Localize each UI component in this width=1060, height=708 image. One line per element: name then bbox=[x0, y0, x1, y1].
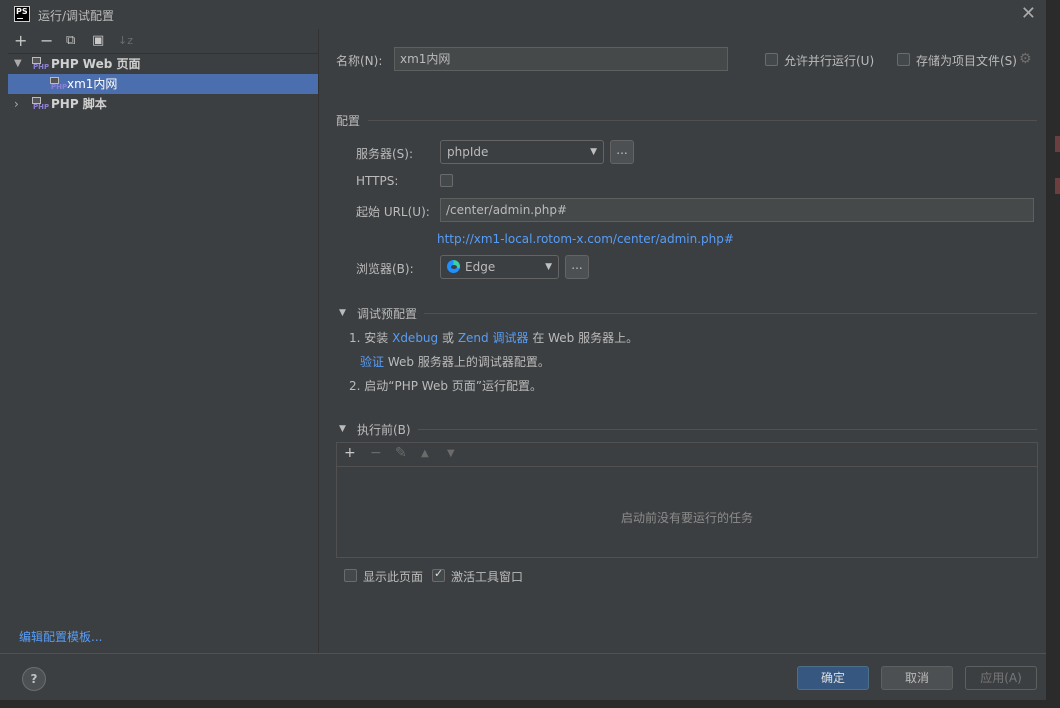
chevron-down-icon: ▼ bbox=[590, 147, 597, 157]
debug-verify-line: 验证 Web 服务器上的调试器配置。 bbox=[360, 355, 550, 369]
show-page-checkbox[interactable] bbox=[344, 569, 357, 582]
edit-templates-link[interactable]: 编辑配置模板... bbox=[19, 628, 102, 645]
edit-pencil-icon[interactable]: ✎ bbox=[395, 445, 407, 461]
start-url-label: 起始 URL(U): bbox=[356, 205, 430, 219]
store-as-file-checkbox[interactable] bbox=[897, 53, 910, 66]
tree-toolbar: + − ⧉ ▣ ↓z bbox=[8, 29, 318, 54]
chevron-right-icon[interactable]: › bbox=[14, 94, 19, 114]
zend-debugger-link[interactable]: Zend 调试器 bbox=[458, 331, 529, 345]
tree-item-label: xm1内网 bbox=[67, 77, 118, 91]
tree-group-php-script[interactable]: › PHP PHP 脚本 bbox=[8, 94, 318, 114]
tree-item-xm1[interactable]: PHP xm1内网 bbox=[8, 74, 318, 94]
close-icon[interactable]: ✕ bbox=[1021, 3, 1036, 24]
window-title: 运行/调试配置 bbox=[38, 9, 115, 23]
edge-browser-icon bbox=[447, 260, 460, 273]
title-bar: PS 运行/调试配置 ✕ bbox=[0, 0, 1046, 29]
divider bbox=[418, 429, 1037, 430]
run-debug-config-dialog: PS 运行/调试配置 ✕ + − ⧉ ▣ ↓z ▼ PHP PHP Web 页面… bbox=[0, 0, 1046, 700]
php-web-icon: PHP bbox=[50, 77, 68, 91]
remove-config-button[interactable]: − bbox=[40, 31, 53, 50]
ok-button[interactable]: 确定 bbox=[797, 666, 869, 690]
tree-group-label: PHP Web 页面 bbox=[51, 57, 141, 71]
activate-tool-window-checkbox[interactable] bbox=[432, 567, 445, 582]
empty-tasks-text: 启动前没有要运行的任务 bbox=[620, 511, 753, 525]
allow-parallel-label: 允许并行运行(U) bbox=[784, 54, 875, 68]
divider bbox=[368, 120, 1037, 121]
config-section-title: 配置 bbox=[336, 114, 361, 128]
cancel-button[interactable]: 取消 bbox=[881, 666, 953, 690]
chevron-down-icon: ▼ bbox=[545, 262, 552, 272]
server-label: 服务器(S): bbox=[356, 147, 414, 161]
move-down-icon[interactable]: ▼ bbox=[447, 448, 455, 459]
config-tree-panel: + − ⧉ ▣ ↓z ▼ PHP PHP Web 页面 PHP xm1内网 › … bbox=[8, 29, 319, 653]
name-input[interactable]: xm1内网 bbox=[394, 47, 728, 71]
move-up-icon[interactable]: ▲ bbox=[421, 448, 429, 459]
browser-more-button[interactable]: ... bbox=[565, 255, 589, 279]
activate-tool-window-label: 激活工具窗口 bbox=[451, 570, 524, 584]
folder-icon[interactable]: ▣ bbox=[92, 33, 104, 48]
remove-task-button[interactable]: − bbox=[370, 445, 382, 461]
add-config-button[interactable]: + bbox=[14, 31, 27, 50]
background-editor-mark bbox=[1055, 178, 1060, 194]
store-as-file-label: 存储为项目文件(S) bbox=[916, 54, 1017, 68]
chevron-down-icon[interactable]: ▼ bbox=[14, 54, 22, 74]
show-page-label: 显示此页面 bbox=[363, 570, 424, 584]
collapse-triangle-icon[interactable]: ▼ bbox=[339, 308, 346, 318]
debug-section-title[interactable]: 调试预配置 bbox=[357, 305, 417, 322]
xdebug-link[interactable]: Xdebug bbox=[392, 331, 438, 345]
before-launch-toolbar: + − ✎ ▲ ▼ bbox=[337, 443, 1037, 467]
full-url-link[interactable]: http://xm1-local.rotom-x.com/center/admi… bbox=[437, 232, 734, 246]
copy-config-icon[interactable]: ⧉ bbox=[66, 33, 75, 48]
php-script-icon: PHP bbox=[32, 97, 50, 111]
php-web-icon: PHP bbox=[32, 57, 50, 71]
tree-group-php-web[interactable]: ▼ PHP PHP Web 页面 bbox=[8, 54, 318, 74]
gear-icon[interactable]: ⚙ bbox=[1019, 51, 1032, 67]
server-more-button[interactable]: ... bbox=[610, 140, 634, 164]
https-checkbox[interactable] bbox=[440, 174, 453, 187]
server-select[interactable]: phpIde ▼ bbox=[440, 140, 604, 164]
start-url-input[interactable]: /center/admin.php# bbox=[440, 198, 1034, 222]
tree-group-label: PHP 脚本 bbox=[51, 97, 107, 111]
config-tree: ▼ PHP PHP Web 页面 PHP xm1内网 › PHP PHP 脚本 bbox=[8, 54, 318, 114]
add-task-button[interactable]: + bbox=[344, 445, 356, 461]
help-button[interactable]: ? bbox=[22, 667, 46, 691]
https-label: HTTPS: bbox=[356, 174, 399, 188]
background-editor-mark bbox=[1055, 136, 1060, 152]
allow-parallel-checkbox[interactable] bbox=[765, 53, 778, 66]
divider bbox=[424, 313, 1037, 314]
apply-button[interactable]: 应用(A) bbox=[965, 666, 1037, 690]
browser-select[interactable]: Edge ▼ bbox=[440, 255, 559, 279]
verify-link[interactable]: 验证 bbox=[360, 355, 384, 369]
collapse-triangle-icon[interactable]: ▼ bbox=[339, 424, 346, 434]
dialog-footer: ? 确定 取消 应用(A) bbox=[0, 653, 1046, 700]
sort-icon[interactable]: ↓z bbox=[118, 34, 133, 47]
name-label: 名称(N): bbox=[336, 54, 383, 68]
debug-step-1: 1. 安装 Xdebug 或 Zend 调试器 在 Web 服务器上。 bbox=[349, 331, 639, 345]
phpstorm-app-icon: PS bbox=[14, 6, 30, 22]
config-form-panel: 名称(N): xm1内网 允许并行运行(U) 存储为项目文件(S) ⚙ 配置 服… bbox=[320, 29, 1046, 653]
before-launch-title[interactable]: 执行前(B) bbox=[357, 421, 411, 438]
before-launch-panel: + − ✎ ▲ ▼ 启动前没有要运行的任务 bbox=[336, 442, 1038, 558]
browser-label: 浏览器(B): bbox=[356, 262, 414, 276]
debug-step-2: 2. 启动“PHP Web 页面”运行配置。 bbox=[349, 379, 542, 393]
